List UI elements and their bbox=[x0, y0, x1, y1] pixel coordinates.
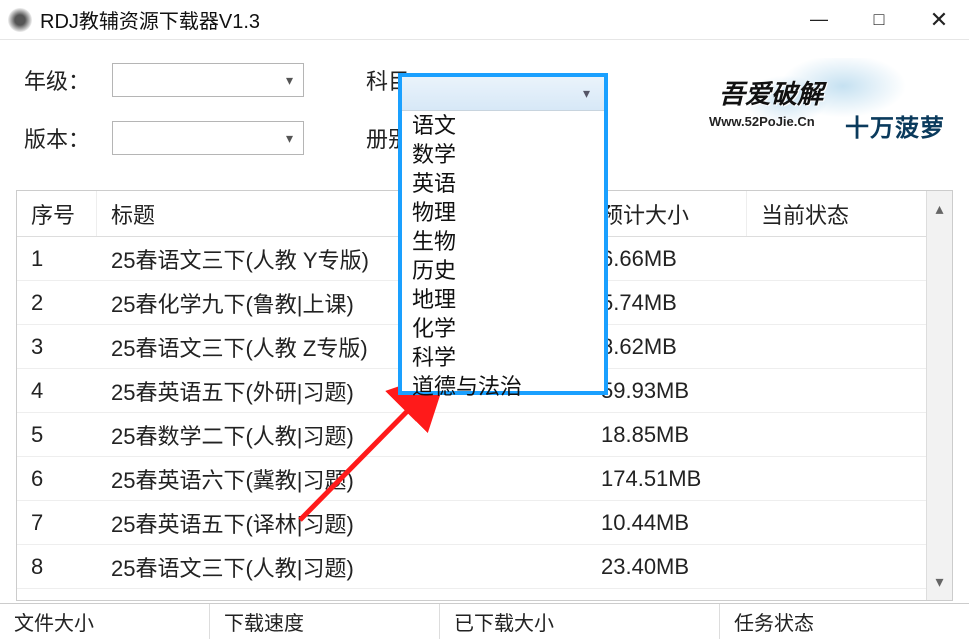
subject-select[interactable]: ▾ 语文数学英语物理生物历史地理化学科学道德与法治 bbox=[398, 73, 608, 395]
subject-options-list: 语文数学英语物理生物历史地理化学科学道德与法治 bbox=[402, 111, 604, 391]
table-row[interactable]: 825春语文三下(人教|习题)23.40MB bbox=[17, 545, 952, 589]
vertical-scrollbar[interactable]: ▴ ▾ bbox=[926, 191, 952, 600]
scroll-down-icon[interactable]: ▾ bbox=[935, 572, 943, 592]
cell-size: 6.66MB bbox=[587, 246, 747, 272]
status-speed: 下载速度 bbox=[210, 604, 440, 639]
cell-idx: 6 bbox=[17, 466, 97, 492]
version-label: 版本： bbox=[24, 122, 98, 154]
subject-option[interactable]: 历史 bbox=[402, 256, 604, 285]
subject-option[interactable]: 生物 bbox=[402, 227, 604, 256]
table-row[interactable]: 625春英语六下(冀教|习题)174.51MB bbox=[17, 457, 952, 501]
cell-title: 25春语文三下(人教|习题) bbox=[97, 551, 587, 583]
window-controls: ― □ ✕ bbox=[789, 0, 969, 40]
subject-option[interactable]: 地理 bbox=[402, 285, 604, 314]
brand-url: Www.52PoJie.Cn bbox=[709, 114, 815, 129]
th-status[interactable]: 当前状态 bbox=[747, 191, 952, 236]
cell-size: 59.93MB bbox=[587, 378, 747, 404]
brand-name: 吾爱破解 bbox=[719, 74, 823, 111]
window-title: RDJ教辅资源下载器V1.3 bbox=[40, 5, 789, 34]
cell-idx: 1 bbox=[17, 246, 97, 272]
titlebar: RDJ教辅资源下载器V1.3 ― □ ✕ bbox=[0, 0, 969, 40]
subject-option[interactable]: 数学 bbox=[402, 140, 604, 169]
grade-select[interactable]: ▾ bbox=[112, 63, 304, 97]
subject-option[interactable]: 科学 bbox=[402, 343, 604, 372]
subject-option[interactable]: 语文 bbox=[402, 111, 604, 140]
cell-title: 25春英语六下(冀教|习题) bbox=[97, 463, 587, 495]
cell-size: 5.74MB bbox=[587, 290, 747, 316]
status-bar: 文件大小 下载速度 已下载大小 任务状态 bbox=[0, 603, 969, 639]
chevron-down-icon: ▾ bbox=[286, 72, 293, 89]
th-size[interactable]: 预计大小 bbox=[587, 191, 747, 236]
status-filesize: 文件大小 bbox=[0, 604, 210, 639]
cell-size: 174.51MB bbox=[587, 466, 747, 492]
close-button[interactable]: ✕ bbox=[909, 0, 969, 40]
subject-option[interactable]: 物理 bbox=[402, 198, 604, 227]
table-row[interactable]: 725春英语五下(译林|习题)10.44MB bbox=[17, 501, 952, 545]
cell-title: 25春数学二下(人教|习题) bbox=[97, 419, 587, 451]
cell-idx: 8 bbox=[17, 554, 97, 580]
minimize-button[interactable]: ― bbox=[789, 0, 849, 40]
status-taskstatus: 任务状态 bbox=[720, 604, 969, 639]
cell-idx: 3 bbox=[17, 334, 97, 360]
status-downloaded: 已下载大小 bbox=[440, 604, 720, 639]
chevron-down-icon: ▾ bbox=[286, 130, 293, 147]
subject-select-box[interactable]: ▾ bbox=[402, 77, 604, 111]
chevron-down-icon: ▾ bbox=[583, 85, 590, 102]
maximize-button[interactable]: □ bbox=[849, 0, 909, 40]
cell-size: 8.62MB bbox=[587, 334, 747, 360]
cell-idx: 4 bbox=[17, 378, 97, 404]
scroll-up-icon[interactable]: ▴ bbox=[935, 199, 943, 219]
subject-option[interactable]: 化学 bbox=[402, 314, 604, 343]
brand-logo: 吾爱破解 Www.52PoJie.Cn 十万菠萝 bbox=[679, 58, 939, 168]
cell-size: 10.44MB bbox=[587, 510, 747, 536]
cell-idx: 5 bbox=[17, 422, 97, 448]
cell-size: 23.40MB bbox=[587, 554, 747, 580]
table-row[interactable]: 525春数学二下(人教|习题)18.85MB bbox=[17, 413, 952, 457]
subject-option[interactable]: 英语 bbox=[402, 169, 604, 198]
cell-title: 25春英语五下(译林|习题) bbox=[97, 507, 587, 539]
cell-idx: 7 bbox=[17, 510, 97, 536]
cell-size: 18.85MB bbox=[587, 422, 747, 448]
grade-label: 年级： bbox=[24, 64, 98, 96]
th-idx[interactable]: 序号 bbox=[17, 191, 97, 236]
app-icon bbox=[8, 8, 32, 32]
cell-idx: 2 bbox=[17, 290, 97, 316]
brand-author: 十万菠萝 bbox=[845, 108, 945, 143]
subject-option[interactable]: 道德与法治 bbox=[402, 372, 604, 401]
version-select[interactable]: ▾ bbox=[112, 121, 304, 155]
